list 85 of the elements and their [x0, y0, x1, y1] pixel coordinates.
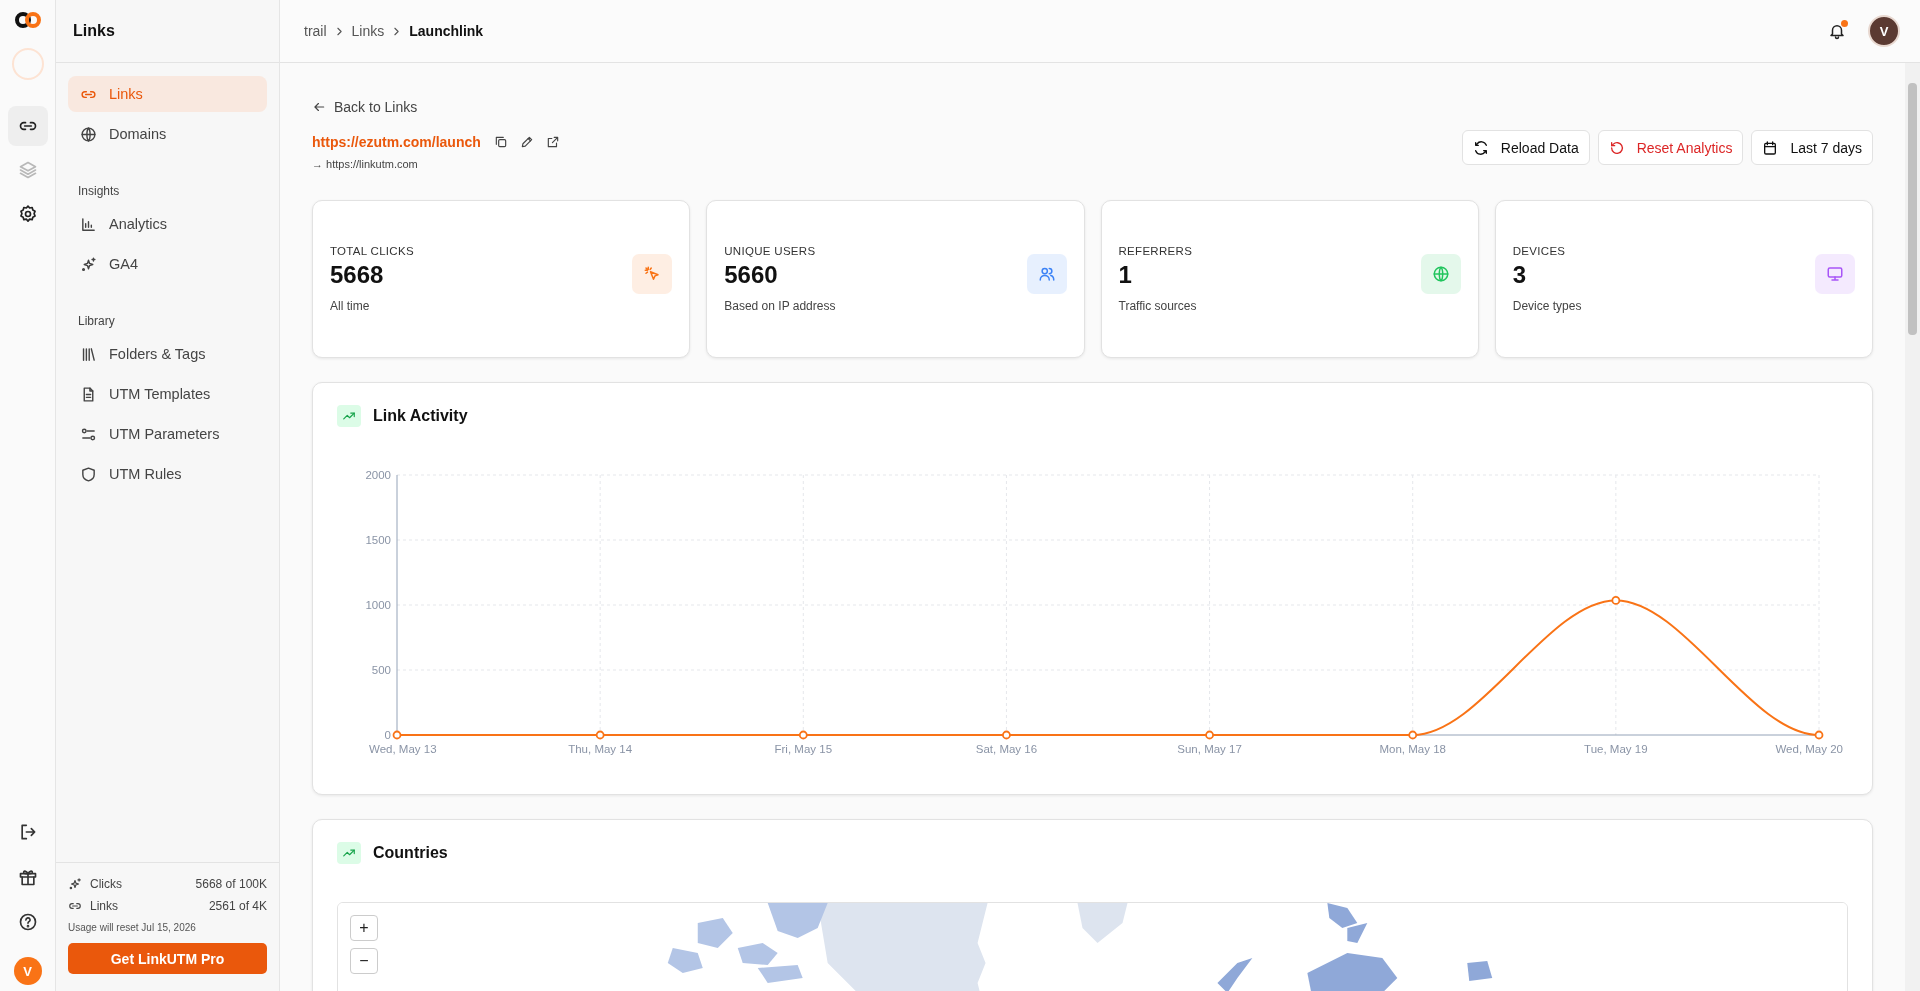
nav-item[interactable]: Domains [68, 116, 267, 152]
bar-chart-icon [80, 215, 97, 233]
data-point [1408, 730, 1418, 740]
usage-value: 5668 of 100K [195, 877, 267, 891]
nav-item[interactable]: UTM Rules [68, 456, 267, 492]
stat-caption: Traffic sources [1118, 299, 1197, 313]
trend-icon [342, 409, 356, 423]
x-tick-label: Sat, May 16 [975, 743, 1038, 755]
x-tick-label: Sun, May 17 [1177, 743, 1242, 755]
action-button[interactable]: Reset Analytics [1597, 130, 1744, 165]
trend-icon [342, 846, 356, 860]
stat-title: DEVICES [1512, 245, 1567, 257]
back-link[interactable]: Back to Links [312, 99, 563, 115]
y-tick-label: 1500 [365, 534, 391, 546]
y-tick-label: 0 [384, 729, 391, 741]
x-tick-label: Thu, May 14 [568, 743, 633, 755]
stat-value: 5660 [724, 261, 779, 289]
copy-icon [493, 135, 508, 149]
stat-value: 5668 [330, 261, 385, 289]
data-point [798, 730, 808, 740]
data-point [1814, 730, 1824, 740]
breadcrumb-link[interactable]: Links [351, 23, 385, 39]
zoom-button[interactable]: − [350, 948, 378, 974]
bell-icon [1828, 22, 1846, 40]
refresh-icon [1472, 139, 1489, 156]
external-link-icon [545, 135, 560, 149]
zoom-button[interactable]: + [350, 915, 378, 941]
usage-label: Links [90, 899, 118, 913]
shield-icon [80, 465, 97, 483]
y-tick-label: 500 [371, 664, 391, 676]
sparkle-icon [80, 255, 97, 273]
card-title: Link Activity [373, 407, 468, 425]
card-title: Countries [373, 844, 448, 862]
breadcrumb-link[interactable]: trail [304, 23, 327, 39]
user-avatar[interactable]: V [1868, 15, 1900, 47]
data-point [595, 730, 605, 740]
nav-item[interactable]: UTM Parameters [68, 416, 267, 452]
reset-icon [1608, 139, 1625, 156]
stat-title: UNIQUE USERS [724, 245, 817, 257]
section-heading: Library [77, 313, 116, 330]
x-tick-label: Wed, May 13 [369, 743, 437, 755]
settings-icon [17, 204, 38, 224]
usage-label: Clicks [90, 877, 122, 891]
section-heading: Insights [77, 183, 121, 200]
destination-url: → https://linkutm.com [312, 158, 419, 170]
data-point [392, 730, 402, 740]
layers-icon [17, 160, 38, 180]
breadcrumb-link[interactable]: Launchlink [409, 23, 484, 39]
sparkle-icon [68, 877, 82, 891]
stat-title: TOTAL CLICKS [330, 245, 414, 257]
x-tick-label: Fri, May 15 [774, 743, 833, 755]
y-tick-label: 2000 [365, 469, 391, 481]
usage-note: Usage will reset Jul 15, 2026 [68, 922, 197, 933]
library-icon [80, 345, 97, 363]
arrow-left-icon [312, 100, 326, 114]
edit-icon [519, 135, 534, 149]
y-tick-label: 1000 [365, 599, 391, 611]
nav-item[interactable]: UTM Templates [68, 376, 267, 412]
data-point [1205, 730, 1214, 740]
nav-item[interactable]: GA4 [68, 246, 267, 282]
stat-title: REFERRERS [1118, 245, 1194, 257]
data-point [1002, 730, 1011, 740]
action-button[interactable]: Reload Data [1461, 130, 1590, 165]
gift-icon [17, 867, 38, 887]
stat-caption: All time [330, 299, 371, 313]
stat-value: 1 [1118, 261, 1133, 289]
logo-icon[interactable] [14, 10, 41, 30]
stat-value: 3 [1512, 261, 1528, 289]
data-point [1611, 596, 1621, 605]
upgrade-button[interactable]: Get LinkUTM Pro [68, 943, 267, 974]
x-tick-label: Wed, May 20 [1775, 743, 1843, 755]
x-tick-label: Tue, May 19 [1584, 743, 1648, 755]
usage-value: 2561 of 4K [208, 899, 267, 913]
stat-caption: Based on IP address [724, 299, 836, 313]
rail-button[interactable] [7, 106, 48, 146]
calendar-icon [1762, 139, 1779, 156]
stat-caption: Device types [1512, 299, 1582, 313]
x-tick-label: Mon, May 18 [1379, 743, 1446, 755]
globe-icon [80, 125, 97, 143]
help-icon [17, 912, 38, 932]
scrollbar[interactable] [1905, 63, 1920, 991]
sidebar-title: Links [56, 0, 279, 63]
action-button[interactable]: Last 7 days [1751, 130, 1873, 165]
nav-item[interactable]: Folders & Tags [68, 336, 267, 372]
nav-item[interactable]: Analytics [68, 206, 267, 242]
